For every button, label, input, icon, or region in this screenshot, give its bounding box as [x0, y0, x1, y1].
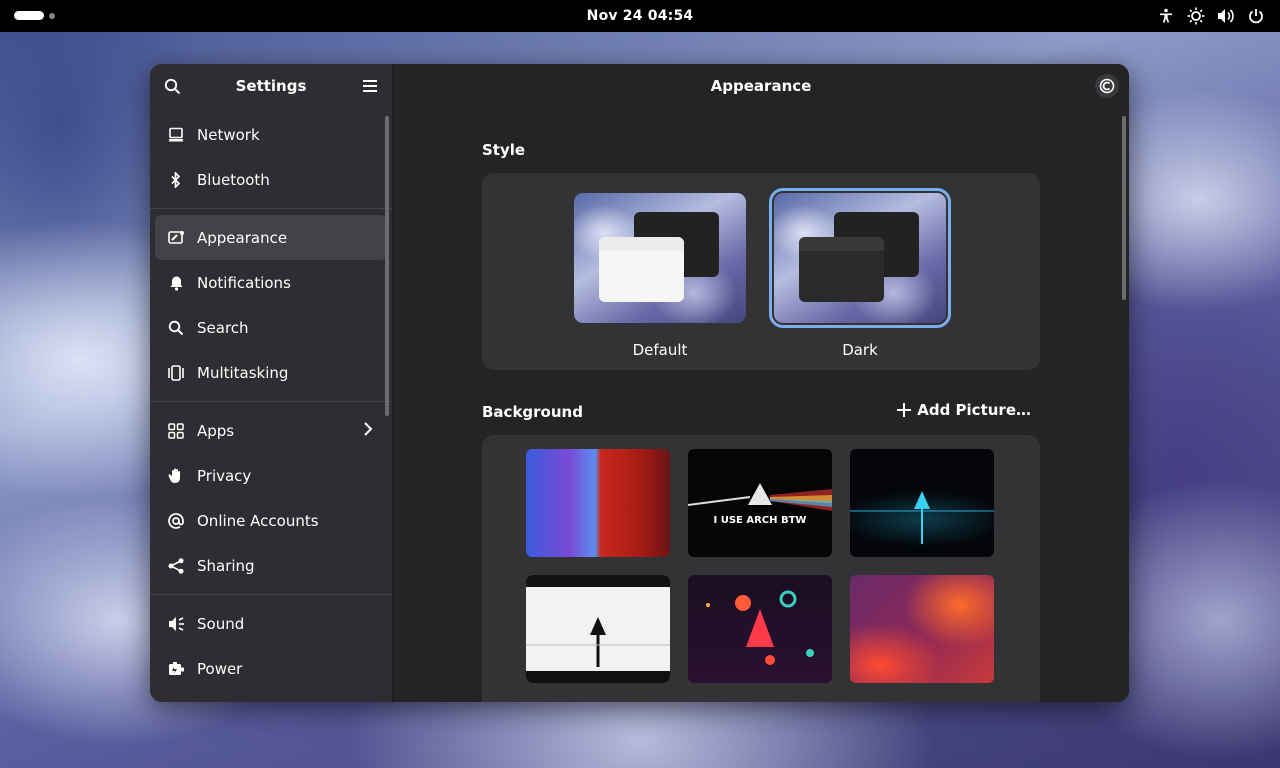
- content-header: Appearance: [393, 64, 1129, 108]
- search-button[interactable]: [162, 76, 182, 96]
- chevron-right-icon: [363, 421, 373, 441]
- activities-indicator[interactable]: [14, 11, 55, 20]
- hand-icon: [167, 467, 185, 485]
- sidebar-item-label: Network: [197, 125, 260, 144]
- search-icon: [167, 319, 185, 337]
- share-icon: [167, 557, 185, 575]
- volume-icon[interactable]: [1216, 6, 1236, 26]
- style-card: Default Dark: [482, 173, 1040, 370]
- sidebar-item-label: Online Accounts: [197, 511, 319, 530]
- sidebar-item-bluetooth[interactable]: Bluetooth: [155, 157, 387, 202]
- style-preview-default: [574, 193, 746, 323]
- wallpaper-abstract-blue-red[interactable]: [526, 449, 670, 557]
- brightness-icon[interactable]: [1186, 6, 1206, 26]
- main-menu-button[interactable]: [360, 76, 380, 96]
- sidebar-separator: [150, 594, 392, 595]
- preview-front-window: [799, 237, 884, 302]
- sidebar-item-label: Appearance: [197, 228, 288, 247]
- sidebar-item-online-accounts[interactable]: Online Accounts: [155, 498, 387, 543]
- sidebar-item-label: Power: [197, 659, 243, 678]
- plus-icon: [897, 403, 912, 417]
- add-picture-button[interactable]: Add Picture…: [897, 401, 1031, 419]
- style-option-default[interactable]: Default: [572, 191, 748, 359]
- sidebar-item-label: Bluetooth: [197, 170, 270, 189]
- sidebar: Settings Network Bluetooth Appearance No…: [150, 64, 393, 702]
- sidebar-item-label: Sound: [197, 614, 245, 633]
- top-bar: Nov 24 04:54: [0, 0, 1280, 32]
- clock[interactable]: Nov 24 04:54: [587, 8, 694, 24]
- bell-icon: [167, 274, 185, 292]
- sidebar-scrollbar[interactable]: [385, 116, 389, 416]
- wallpaper-caption: I USE ARCH BTW: [713, 515, 807, 526]
- style-option-dark[interactable]: Dark: [769, 188, 951, 359]
- sidebar-item-privacy[interactable]: Privacy: [155, 453, 387, 498]
- close-icon: [1099, 78, 1115, 94]
- sidebar-list: Network Bluetooth Appearance Notificatio: [150, 108, 392, 691]
- content-scrollbar[interactable]: [1122, 116, 1126, 300]
- wallpaper-arch-white-road[interactable]: [526, 575, 670, 683]
- sidebar-item-label: Multitasking: [197, 363, 289, 382]
- wallpaper-arch-prism[interactable]: I USE ARCH BTW: [688, 449, 832, 557]
- search-icon: [164, 78, 180, 94]
- battery-icon: [167, 660, 185, 678]
- wallpaper-purple-orange-gradient[interactable]: [850, 575, 994, 683]
- appearance-icon: [167, 229, 185, 247]
- sidebar-title: Settings: [235, 77, 307, 95]
- sidebar-item-power[interactable]: Power: [155, 646, 387, 691]
- sidebar-item-notifications[interactable]: Notifications: [155, 260, 387, 305]
- hamburger-menu-icon: [363, 80, 377, 92]
- wallpaper-grid: I USE ARCH BTW: [526, 449, 994, 683]
- settings-window: Settings Network Bluetooth Appearance No…: [150, 64, 1129, 702]
- accessibility-icon[interactable]: [1156, 6, 1176, 26]
- background-card: I USE ARCH BTW: [482, 435, 1040, 702]
- power-icon[interactable]: [1246, 6, 1266, 26]
- sidebar-item-appearance[interactable]: Appearance: [155, 215, 387, 260]
- sidebar-item-label: Notifications: [197, 273, 291, 292]
- speaker-icon: [167, 615, 185, 633]
- sidebar-header: Settings: [150, 64, 392, 108]
- background-section-title: Background: [482, 403, 583, 421]
- sidebar-item-label: Search: [197, 318, 249, 337]
- system-tray[interactable]: [1156, 6, 1266, 26]
- sidebar-separator: [150, 208, 392, 209]
- style-option-label: Dark: [842, 341, 878, 359]
- sidebar-item-search[interactable]: Search: [155, 305, 387, 350]
- sidebar-item-sound[interactable]: Sound: [155, 601, 387, 646]
- multitasking-icon: [167, 364, 185, 382]
- add-picture-label: Add Picture…: [917, 401, 1031, 419]
- style-option-label: Default: [632, 341, 688, 359]
- page-title: Appearance: [710, 77, 812, 95]
- workspace-active-pill: [14, 11, 44, 20]
- wallpaper-arch-planets[interactable]: [688, 575, 832, 683]
- preview-front-window: [599, 237, 684, 302]
- style-section-title: Style: [482, 141, 526, 159]
- network-icon: [167, 126, 185, 144]
- sidebar-item-network[interactable]: Network: [155, 112, 387, 157]
- sidebar-item-label: Sharing: [197, 556, 255, 575]
- sidebar-item-label: Apps: [197, 421, 235, 440]
- sidebar-item-label: Privacy: [197, 466, 252, 485]
- wallpaper-arch-neon-grid[interactable]: [850, 449, 994, 557]
- bluetooth-icon: [167, 171, 185, 189]
- close-button[interactable]: [1095, 74, 1119, 98]
- apps-grid-icon: [167, 422, 185, 440]
- workspace-dot: [49, 12, 55, 19]
- sidebar-item-sharing[interactable]: Sharing: [155, 543, 387, 588]
- sidebar-item-multitasking[interactable]: Multitasking: [155, 350, 387, 395]
- style-preview-dark: [769, 188, 951, 328]
- sidebar-separator: [150, 401, 392, 402]
- sidebar-item-apps[interactable]: Apps: [155, 408, 387, 453]
- at-sign-icon: [167, 512, 185, 530]
- content-pane: Appearance Style Default Dark Background…: [393, 64, 1129, 702]
